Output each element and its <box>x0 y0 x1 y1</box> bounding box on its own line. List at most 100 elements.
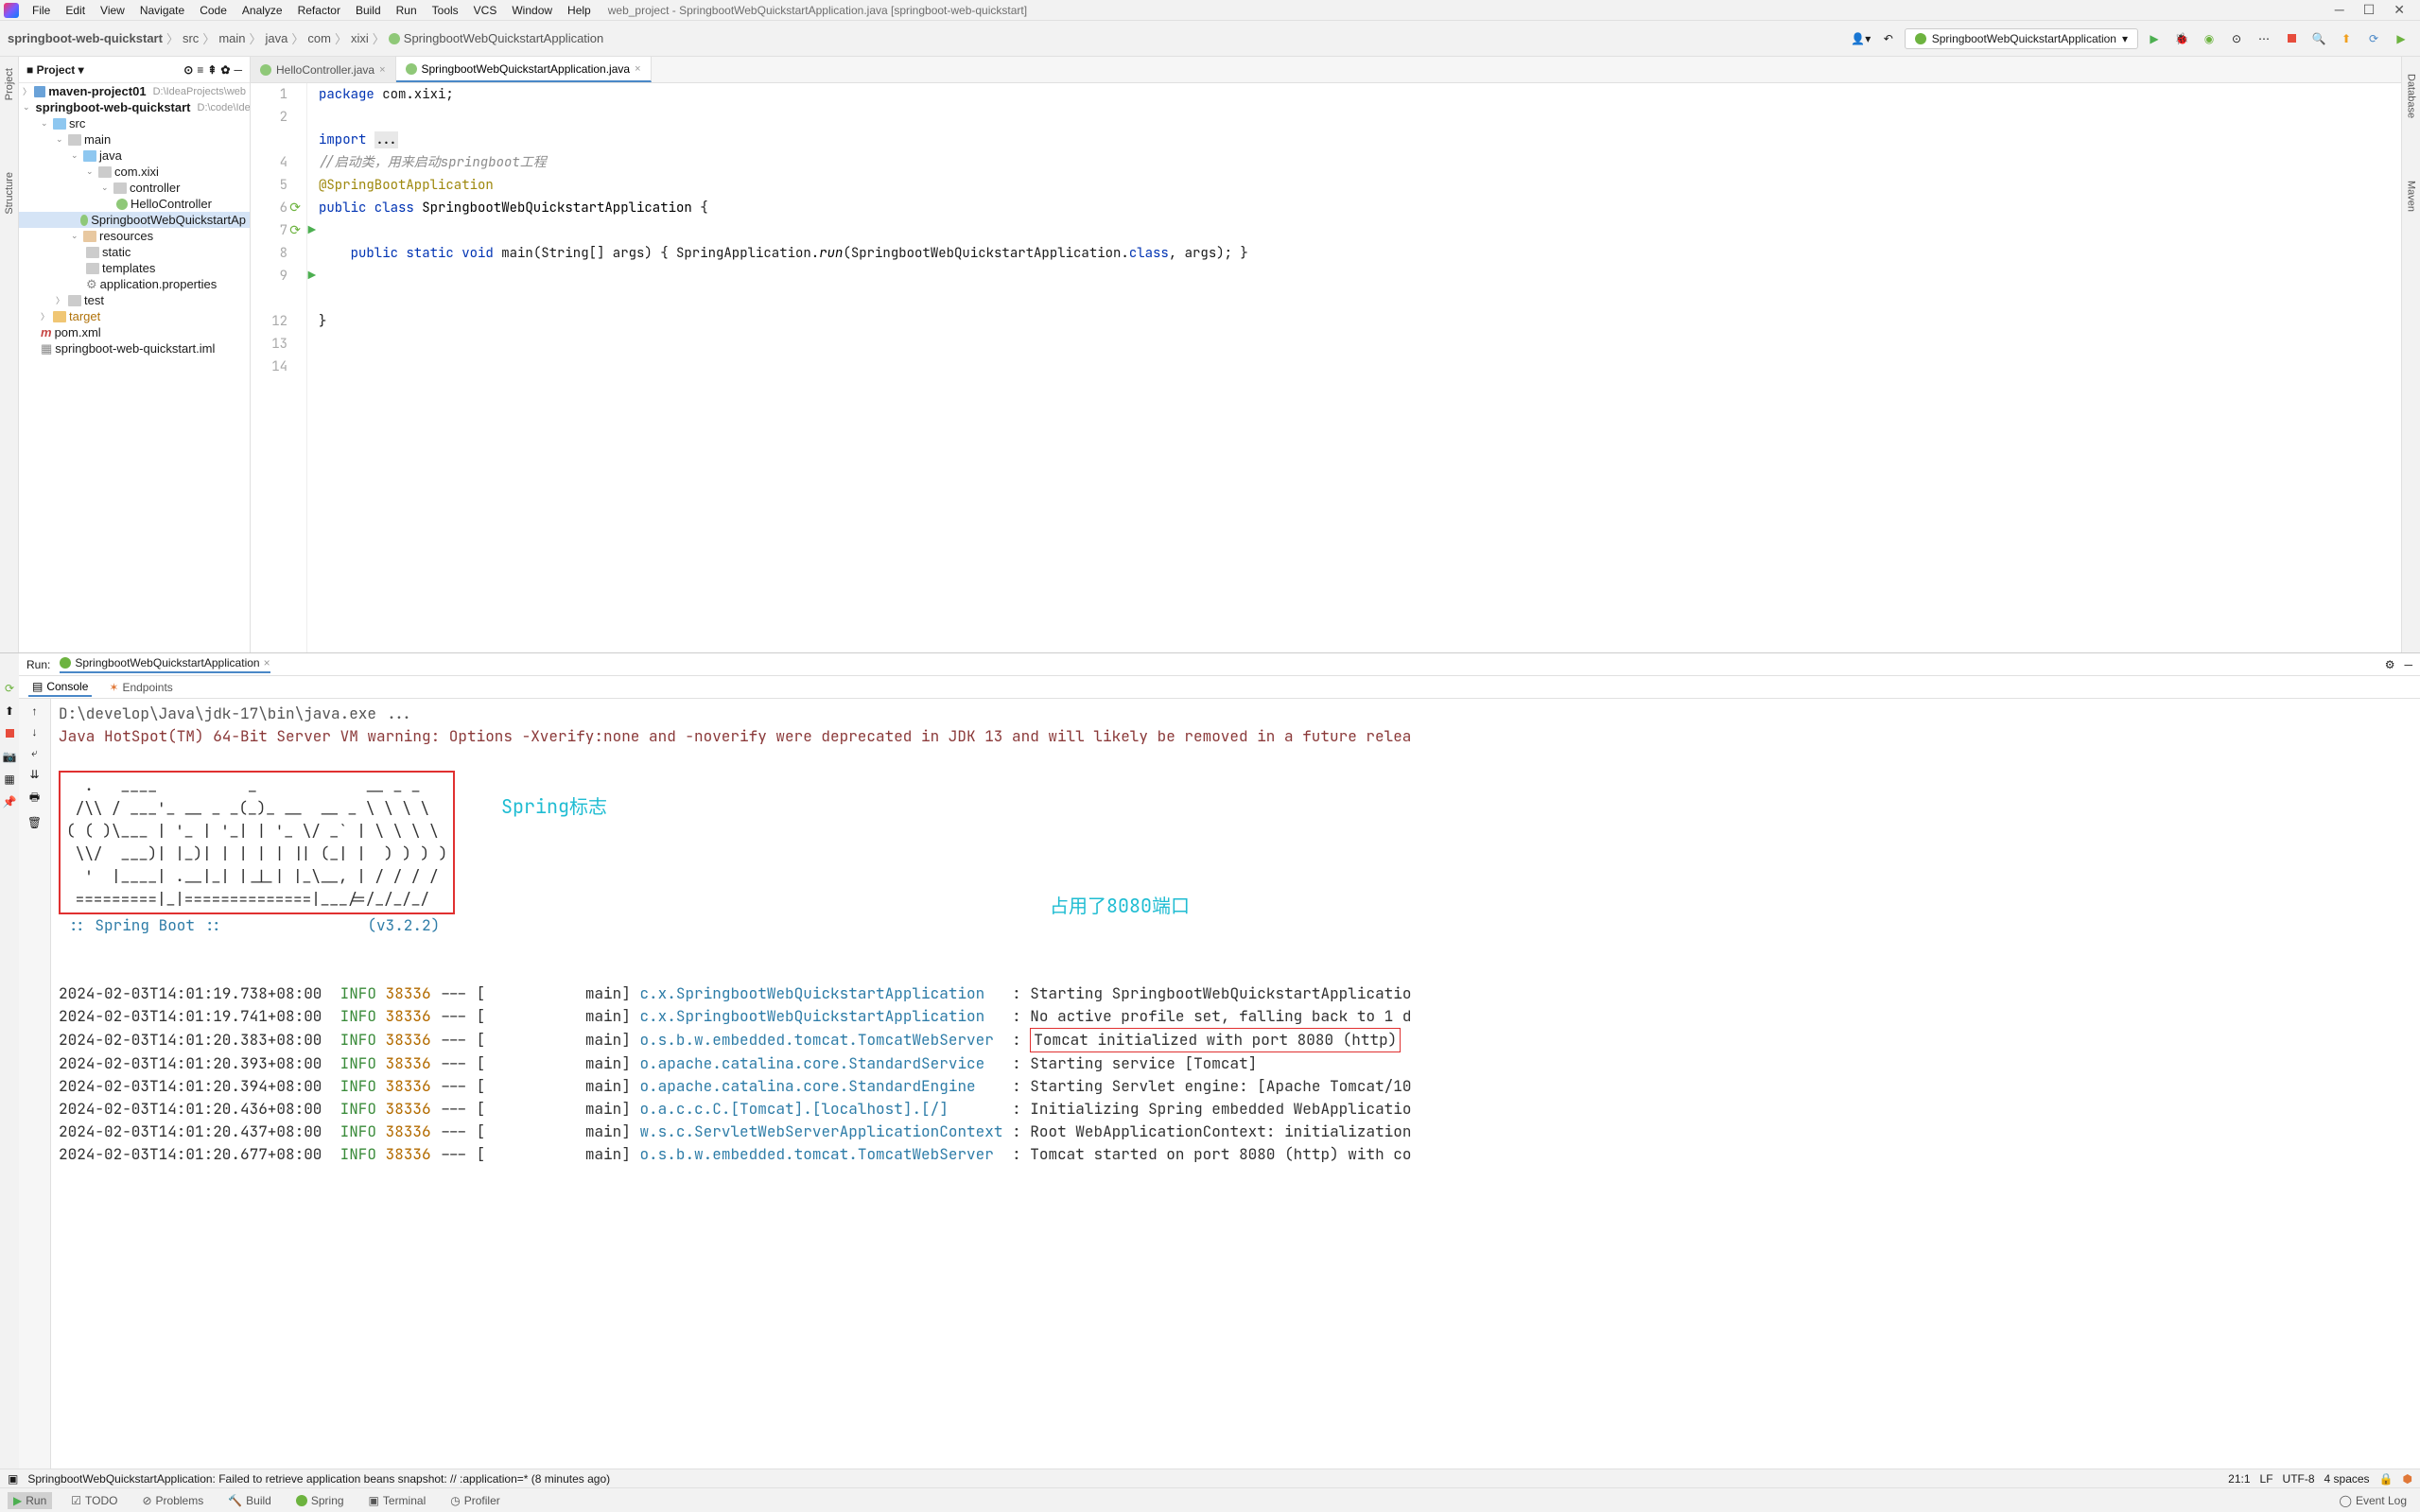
menu-vcs[interactable]: VCS <box>466 2 505 19</box>
collapse-icon[interactable]: ⇞ <box>207 63 217 77</box>
breadcrumb[interactable]: springboot-web-quickstart〉 src〉 main〉 ja… <box>8 29 603 47</box>
up-arrow-icon[interactable]: ↑ <box>32 704 38 718</box>
close-icon[interactable]: ✕ <box>2394 2 2405 18</box>
console-toolbar: ↑ ↓ ⤶ ⇊ 🖶 🗑 <box>19 699 51 1469</box>
run-config-label: SpringbootWebQuickstartApplication <box>1932 32 2116 45</box>
close-tab-icon[interactable]: × <box>379 64 385 76</box>
btab-terminal[interactable]: ▣ Terminal <box>363 1492 432 1509</box>
rerun-icon[interactable]: ⟳ <box>5 682 14 695</box>
crumb-module[interactable]: springboot-web-quickstart <box>8 31 163 45</box>
coverage-button[interactable]: ◉ <box>2198 27 2220 50</box>
menu-run[interactable]: Run <box>389 2 425 19</box>
stop-button[interactable] <box>2280 27 2303 50</box>
user-icon[interactable]: 👤▾ <box>1850 27 1872 50</box>
status-message: SpringbootWebQuickstartApplication: Fail… <box>27 1472 610 1486</box>
attach-button[interactable]: ⋯ <box>2253 27 2275 50</box>
menu-window[interactable]: Window <box>504 2 560 19</box>
layout-icon[interactable]: ▦ <box>4 773 14 786</box>
status-icon[interactable]: ▣ <box>8 1472 18 1486</box>
lock-icon[interactable]: 🔒 <box>2379 1472 2394 1486</box>
btab-spring[interactable]: Spring <box>290 1492 350 1509</box>
crumb-xixi[interactable]: xixi <box>351 31 369 45</box>
btab-problems[interactable]: ⊘ Problems <box>136 1492 209 1509</box>
left-tool-stripe: Project Structure <box>0 57 19 652</box>
btab-run[interactable]: ▶Run <box>8 1492 52 1509</box>
encoding[interactable]: UTF-8 <box>2283 1472 2315 1486</box>
console-output[interactable]: D:\develop\Java\jdk-17\bin\java.exe ... … <box>51 699 2420 1469</box>
menu-tools[interactable]: Tools <box>425 2 466 19</box>
menu-help[interactable]: Help <box>560 2 599 19</box>
stop-icon[interactable] <box>6 727 14 740</box>
run-button[interactable]: ▶ <box>2143 27 2166 50</box>
btab-profiler[interactable]: ◷ Profiler <box>444 1492 506 1509</box>
tool-structure[interactable]: Structure <box>2 165 17 222</box>
wrap-icon[interactable]: ⤶ <box>31 746 38 760</box>
up-icon[interactable]: ⬆ <box>5 704 14 718</box>
menubar: File Edit View Navigate Code Analyze Ref… <box>0 0 2420 21</box>
run-config-selector[interactable]: SpringbootWebQuickstartApplication ▾ <box>1905 28 2138 49</box>
profile-button[interactable]: ⊙ <box>2225 27 2248 50</box>
tab-app[interactable]: SpringbootWebQuickstartApplication.java× <box>396 57 652 82</box>
tab-console[interactable]: ▤ Console <box>28 678 92 697</box>
run-tool-window: ⟳ ⬆ 📷 ▦ 📌 Run: SpringbootWebQuickstartAp… <box>0 652 2420 1469</box>
navigation-bar: springboot-web-quickstart〉 src〉 main〉 ja… <box>0 21 2420 57</box>
crumb-src[interactable]: src <box>183 31 199 45</box>
right-tool-stripe: Database Maven <box>2401 57 2420 652</box>
crumb-java[interactable]: java <box>266 31 288 45</box>
menu-navigate[interactable]: Navigate <box>132 2 192 19</box>
settings-icon[interactable]: ✿ <box>220 63 230 77</box>
menu-build[interactable]: Build <box>348 2 389 19</box>
tab-endpoints[interactable]: ✶ Endpoints <box>105 679 176 696</box>
tool-project[interactable]: Project <box>2 61 17 108</box>
event-log[interactable]: ◯ Event Log <box>2334 1492 2412 1509</box>
sync-icon[interactable]: ⟳ <box>2362 27 2385 50</box>
update-icon[interactable]: ⬆ <box>2335 27 2358 50</box>
gutter[interactable]: 1 2 4 5 6 ⟳ 7 ⟳▶ 8 9▶ 12 13 14 <box>251 83 307 652</box>
run-label: Run: <box>26 658 50 671</box>
menu-edit[interactable]: Edit <box>58 2 93 19</box>
line-sep[interactable]: LF <box>2260 1472 2273 1486</box>
down-arrow-icon[interactable]: ↓ <box>32 725 38 739</box>
code-content[interactable]: package com.xixi; import ... //启动类，用来启动s… <box>307 83 2420 652</box>
panel-title: ■ Project ▾ <box>26 63 84 77</box>
print-icon[interactable]: 🖶 <box>29 789 40 808</box>
window-title: web_project - SpringbootWebQuickstartApp… <box>608 4 1027 17</box>
project-tool-window: ■ Project ▾ ⊙ ≡ ⇞ ✿ ─ 〉 maven-project01D… <box>19 57 251 652</box>
indent[interactable]: 4 spaces <box>2324 1472 2370 1486</box>
project-tree[interactable]: 〉 maven-project01D:\IdeaProjects\web ⌄ s… <box>19 83 250 652</box>
clear-icon[interactable]: 🗑 <box>27 816 42 829</box>
locate-icon[interactable]: ⊙ <box>183 63 193 77</box>
crumb-com[interactable]: com <box>307 31 331 45</box>
shield-icon[interactable]: ⬢ <box>2403 1472 2412 1486</box>
tool-database[interactable]: Database <box>2404 66 2419 126</box>
minimize-icon[interactable]: ─ <box>2335 2 2344 18</box>
debug-button[interactable]: 🐞 <box>2170 27 2193 50</box>
caret-pos[interactable]: 21:1 <box>2228 1472 2250 1486</box>
expand-icon[interactable]: ≡ <box>197 63 203 77</box>
crumb-class[interactable]: SpringbootWebQuickstartApplication <box>404 31 604 45</box>
menu-refactor[interactable]: Refactor <box>290 2 348 19</box>
btab-todo[interactable]: ☑ TODO <box>65 1492 123 1509</box>
play2-icon[interactable]: ▶ <box>2390 27 2412 50</box>
scroll-icon[interactable]: ⇊ <box>29 768 39 781</box>
tool-maven[interactable]: Maven <box>2404 173 2419 219</box>
menu-file[interactable]: File <box>25 2 58 19</box>
tab-hello[interactable]: HelloController.java× <box>251 57 396 82</box>
close-tab-icon[interactable]: × <box>635 63 640 75</box>
back-icon[interactable]: ↶ <box>1877 27 1900 50</box>
gear-icon[interactable]: ⚙ <box>2385 658 2395 671</box>
menu-analyze[interactable]: Analyze <box>235 2 290 19</box>
menu-view[interactable]: View <box>93 2 132 19</box>
btab-build[interactable]: 🔨 Build <box>222 1492 277 1509</box>
pin-icon[interactable]: 📌 <box>3 795 17 808</box>
minimize-panel-icon[interactable]: ─ <box>2404 658 2412 671</box>
status-bar: ▣ SpringbootWebQuickstartApplication: Fa… <box>0 1469 2420 1487</box>
search-icon[interactable]: 🔍 <box>2307 27 2330 50</box>
crumb-main[interactable]: main <box>218 31 245 45</box>
hide-icon[interactable]: ─ <box>234 63 242 77</box>
menu-code[interactable]: Code <box>192 2 235 19</box>
camera-icon[interactable]: 📷 <box>3 750 17 763</box>
maximize-icon[interactable]: ☐ <box>2363 2 2376 18</box>
bottom-tool-tabs: ▶Run ☑ TODO ⊘ Problems 🔨 Build Spring ▣ … <box>0 1487 2420 1512</box>
run-config-tab[interactable]: SpringbootWebQuickstartApplication × <box>60 656 270 673</box>
